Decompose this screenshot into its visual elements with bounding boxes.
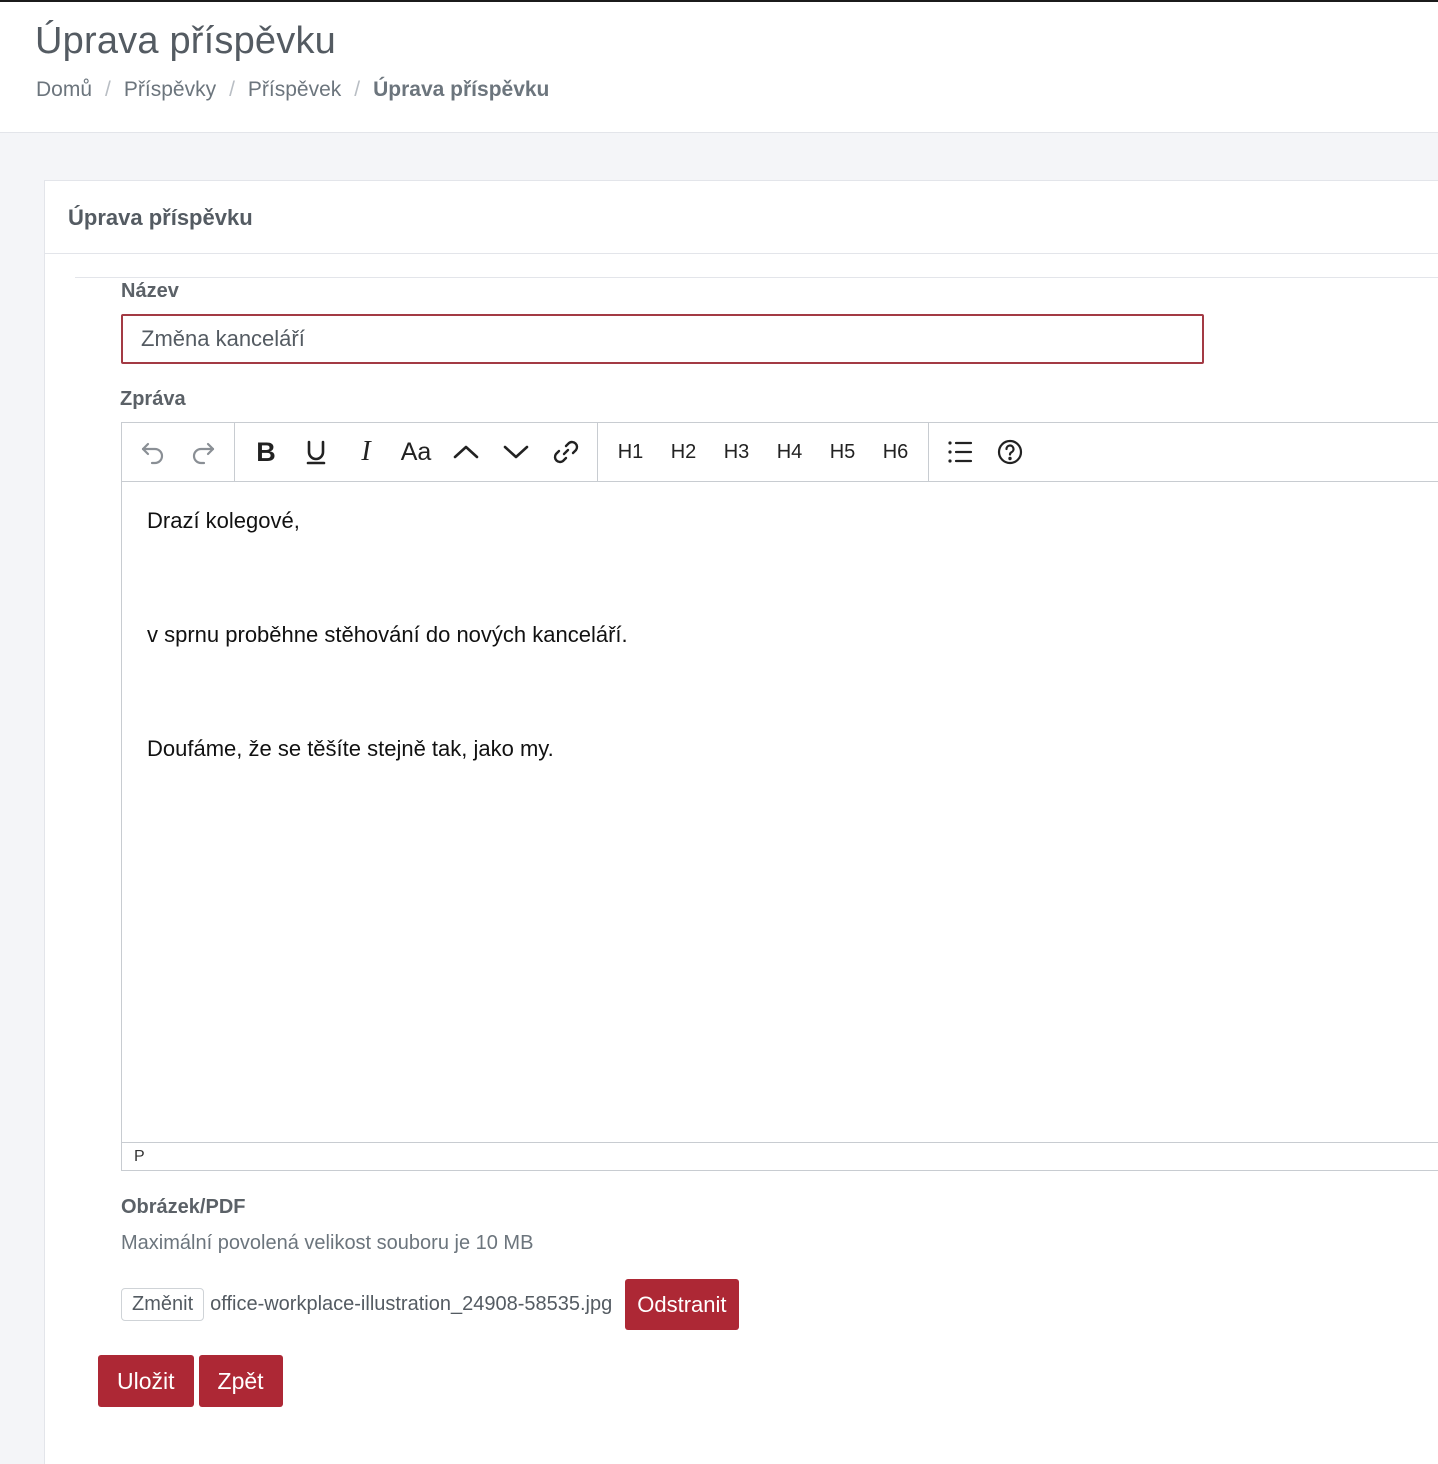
toolbar-group-history <box>122 423 235 481</box>
toolbar-group-format: B I Aa <box>235 423 598 481</box>
heading-4-button[interactable]: H4 <box>763 423 816 481</box>
heading-2-button[interactable]: H2 <box>657 423 710 481</box>
breadcrumb-item-post[interactable]: Příspěvek <box>248 78 341 102</box>
remove-file-button[interactable]: Odstranit <box>625 1279 739 1330</box>
name-input[interactable] <box>121 314 1204 364</box>
undo-button[interactable] <box>128 423 178 481</box>
redo-button[interactable] <box>178 423 228 481</box>
message-label: Zpráva <box>120 388 186 410</box>
editor-content[interactable]: Drazí kolegové, v sprnu proběhne stěhová… <box>147 508 1419 850</box>
element-path[interactable]: P <box>134 1148 145 1165</box>
divider <box>75 277 1438 278</box>
edit-post-card: Úprava příspěvku Název Zpráva B <box>44 180 1438 1464</box>
subscript-button[interactable] <box>491 423 541 481</box>
editor-statusbar: P <box>122 1142 1438 1170</box>
chevron-up-icon <box>452 438 480 466</box>
page-header: Úprava příspěvku Domů / Příspěvky / Přís… <box>0 2 1438 133</box>
breadcrumb-item-posts[interactable]: Příspěvky <box>124 78 216 102</box>
heading-5-button[interactable]: H5 <box>816 423 869 481</box>
heading-3-button[interactable]: H3 <box>710 423 763 481</box>
file-name: office-workplace-illustration_24908-5853… <box>210 1293 613 1315</box>
toolbar-group-extra <box>929 423 1041 481</box>
bullet-list-button[interactable] <box>935 423 985 481</box>
link-button[interactable] <box>541 423 591 481</box>
bold-button[interactable]: B <box>241 423 291 481</box>
breadcrumb: Domů / Příspěvky / Příspěvek / Úprava př… <box>36 78 549 102</box>
heading-6-button[interactable]: H6 <box>869 423 922 481</box>
back-button[interactable]: Zpět <box>198 1355 283 1407</box>
link-icon <box>552 438 580 466</box>
page-title: Úprava příspěvku <box>35 20 337 62</box>
breadcrumb-separator: / <box>354 78 361 101</box>
breadcrumb-item-home[interactable]: Domů <box>36 78 92 102</box>
rich-text-editor: B I Aa H1 H2 H3 H4 H5 H6 Drazí kolegové,… <box>121 422 1438 1171</box>
toolbar-group-headings: H1 H2 H3 H4 H5 H6 <box>598 423 929 481</box>
italic-button[interactable]: I <box>341 423 391 481</box>
file-upload-row: Změnit office-workplace-illustration_249… <box>121 1279 739 1330</box>
underline-icon <box>304 438 328 466</box>
font-size-button[interactable]: Aa <box>391 423 441 481</box>
attachment-label: Obrázek/PDF <box>121 1196 246 1218</box>
breadcrumb-separator: / <box>229 78 235 101</box>
help-button[interactable] <box>985 423 1035 481</box>
underline-button[interactable] <box>291 423 341 481</box>
save-button[interactable]: Uložit <box>98 1355 194 1407</box>
breadcrumb-item-current: Úprava příspěvku <box>373 78 550 101</box>
editor-toolbar: B I Aa H1 H2 H3 H4 H5 H6 <box>122 423 1438 482</box>
heading-1-button[interactable]: H1 <box>604 423 657 481</box>
change-file-button[interactable]: Změnit <box>121 1288 205 1321</box>
editor-paragraph: Doufáme, že se těšíte stejně tak, jako m… <box>147 736 554 761</box>
name-label: Název <box>121 280 179 302</box>
chevron-down-icon <box>502 438 530 466</box>
file-size-help: Maximální povolená velikost souboru je 1… <box>121 1232 534 1254</box>
editor-paragraph: Drazí kolegové, <box>147 508 300 533</box>
help-icon <box>996 438 1024 466</box>
card-header: Úprava příspěvku <box>45 181 1438 254</box>
superscript-button[interactable] <box>441 423 491 481</box>
undo-icon <box>139 438 167 466</box>
redo-icon <box>189 438 217 466</box>
editor-paragraph: v sprnu proběhne stěhování do nových kan… <box>147 622 628 647</box>
breadcrumb-separator: / <box>105 78 111 101</box>
card-title: Úprava příspěvku <box>68 205 253 230</box>
form-actions: Uložit Zpět <box>98 1355 283 1407</box>
list-icon <box>946 438 974 466</box>
